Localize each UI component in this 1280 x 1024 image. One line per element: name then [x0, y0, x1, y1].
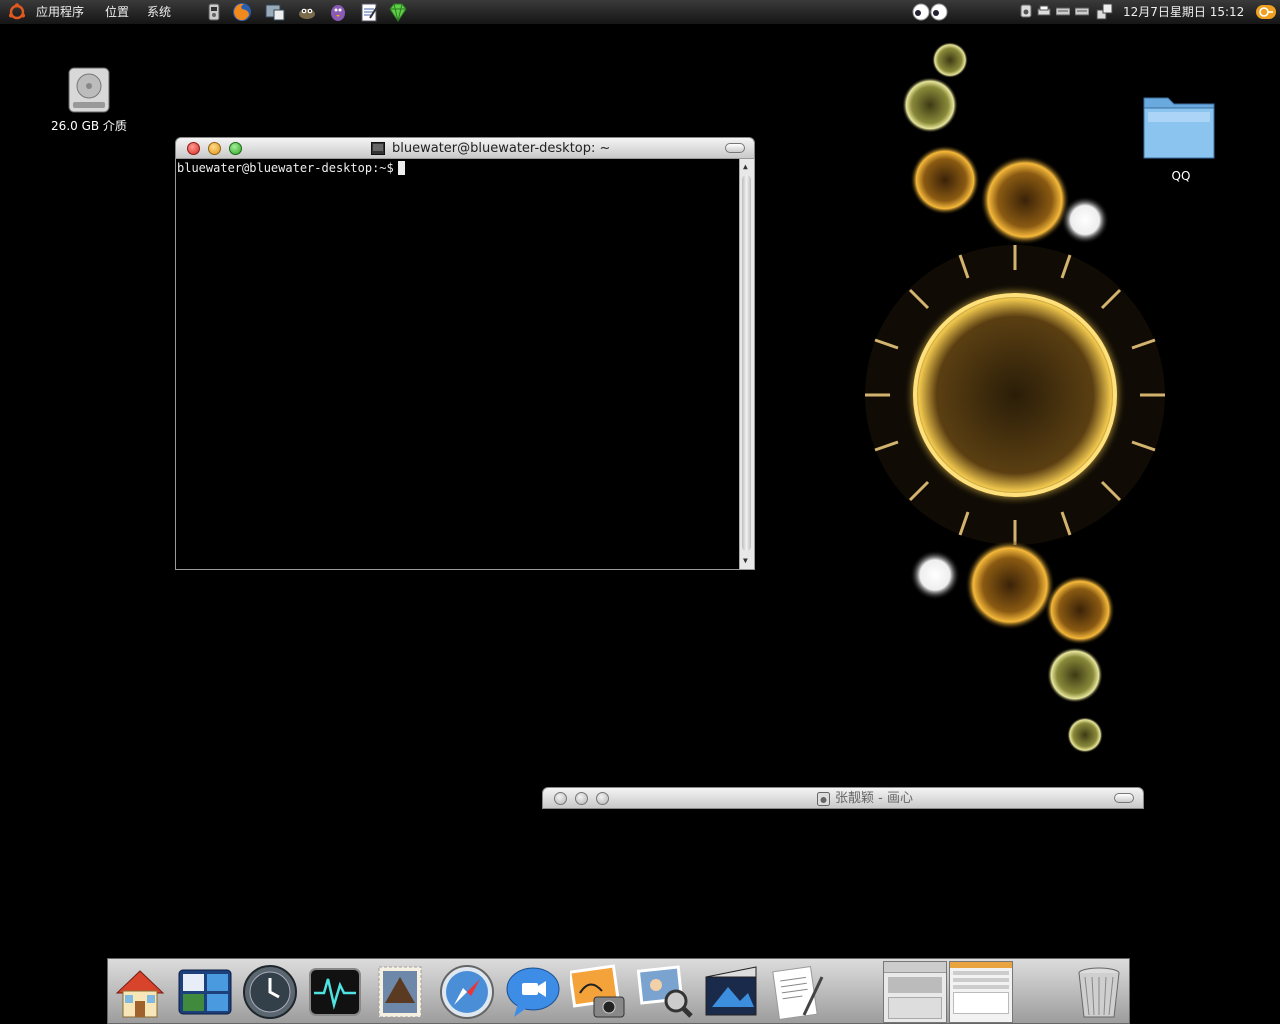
gem-icon[interactable] — [387, 1, 409, 23]
minimize-button[interactable] — [575, 792, 588, 805]
drive-label: 26.0 GB 介质 — [51, 119, 127, 133]
clock[interactable]: 12月7日星期日 15:12 — [1123, 0, 1244, 24]
terminal-titlebar[interactable]: bluewater@bluewater-desktop: ~ — [175, 137, 755, 159]
thumbnail-header — [884, 962, 946, 973]
hard-drive-icon — [68, 67, 110, 113]
time-machine-icon[interactable] — [241, 963, 299, 1021]
minimize-button[interactable] — [208, 142, 221, 155]
prompt-text: bluewater@bluewater-desktop:~$ — [177, 161, 394, 175]
textedit-icon[interactable] — [768, 963, 826, 1021]
gimp-icon[interactable] — [296, 1, 318, 23]
menu-applications[interactable]: 应用程序 — [36, 0, 84, 24]
activity-monitor-icon[interactable] — [306, 963, 364, 1021]
toolbar-toggle-button[interactable] — [1114, 793, 1134, 803]
ichat-icon[interactable] — [504, 963, 562, 1021]
menu-system[interactable]: 系统 — [147, 0, 171, 24]
safari-icon[interactable] — [438, 963, 496, 1021]
battery-icon[interactable] — [1075, 4, 1089, 18]
spaces-icon[interactable] — [176, 963, 234, 1021]
iphoto-icon[interactable] — [570, 963, 628, 1021]
close-button[interactable] — [187, 142, 200, 155]
thumbnail-header — [950, 962, 1012, 968]
eyes-applet-icon[interactable] — [911, 1, 949, 23]
folder-icon — [1143, 97, 1215, 159]
thumbnail-content — [888, 977, 942, 993]
folder-label: QQ — [1171, 169, 1191, 183]
fractal-wallpaper — [865, 42, 1165, 753]
close-button[interactable] — [554, 792, 567, 805]
text-cursor — [397, 161, 405, 175]
system-monitor-icon[interactable] — [203, 1, 225, 23]
thumbnail-content — [953, 992, 1009, 1014]
terminal-title: bluewater@bluewater-desktop: ~ — [392, 141, 611, 156]
trash-icon[interactable] — [1070, 963, 1128, 1021]
text-editor-icon[interactable] — [358, 1, 380, 23]
music-window-title: 张靓颖 - 画心 — [835, 791, 913, 806]
screenshot-icon[interactable] — [264, 1, 286, 23]
preview-icon[interactable] — [636, 963, 694, 1021]
scroll-up-arrow-icon[interactable]: ▲ — [743, 162, 748, 172]
thumbnail-content — [953, 978, 1009, 982]
home-icon[interactable] — [111, 963, 169, 1021]
speaker-icon — [817, 792, 830, 806]
top-panel: 应用程序 位置 系统 12月7日星期日 15:12 — [0, 0, 1280, 25]
music-window-titlebar[interactable]: 张靓颖 - 画心 — [542, 787, 1144, 809]
pidgin-icon[interactable] — [327, 1, 349, 23]
window-thumbnail-2[interactable] — [949, 961, 1013, 1023]
imovie-icon[interactable] — [702, 963, 760, 1021]
terminal-icon — [371, 142, 385, 155]
terminal-content[interactable]: bluewater@bluewater-desktop:~$ ▲ ▼ — [175, 158, 755, 570]
terminal-scrollbar[interactable]: ▲ ▼ — [739, 159, 754, 569]
zoom-button[interactable] — [596, 792, 609, 805]
thumbnail-content — [888, 997, 942, 1019]
zoom-button[interactable] — [229, 142, 242, 155]
scroll-thumb[interactable] — [742, 175, 751, 551]
toolbar-toggle-button[interactable] — [725, 143, 745, 153]
terminal-prompt: bluewater@bluewater-desktop:~$ — [177, 161, 405, 175]
printer-icon[interactable] — [1037, 4, 1051, 18]
network-icon[interactable] — [1095, 2, 1115, 22]
power-icon[interactable] — [1256, 3, 1276, 21]
keyboard-icon[interactable] — [1056, 4, 1070, 18]
ubuntu-logo-icon[interactable] — [8, 3, 26, 21]
thumbnail-content — [953, 971, 1009, 975]
thumbnail-content — [953, 985, 1009, 989]
scroll-down-arrow-icon[interactable]: ▼ — [743, 556, 748, 566]
drive-desktop-icon[interactable]: 26.0 GB 介质 — [44, 66, 134, 134]
mail-stamp-icon[interactable] — [371, 963, 429, 1021]
qq-folder-desktop-icon[interactable]: QQ — [1136, 84, 1226, 183]
volume-icon[interactable] — [1019, 4, 1033, 18]
menu-places[interactable]: 位置 — [105, 0, 129, 24]
window-thumbnail-1[interactable] — [883, 961, 947, 1023]
dock — [107, 958, 1130, 1024]
firefox-icon[interactable] — [231, 1, 253, 23]
